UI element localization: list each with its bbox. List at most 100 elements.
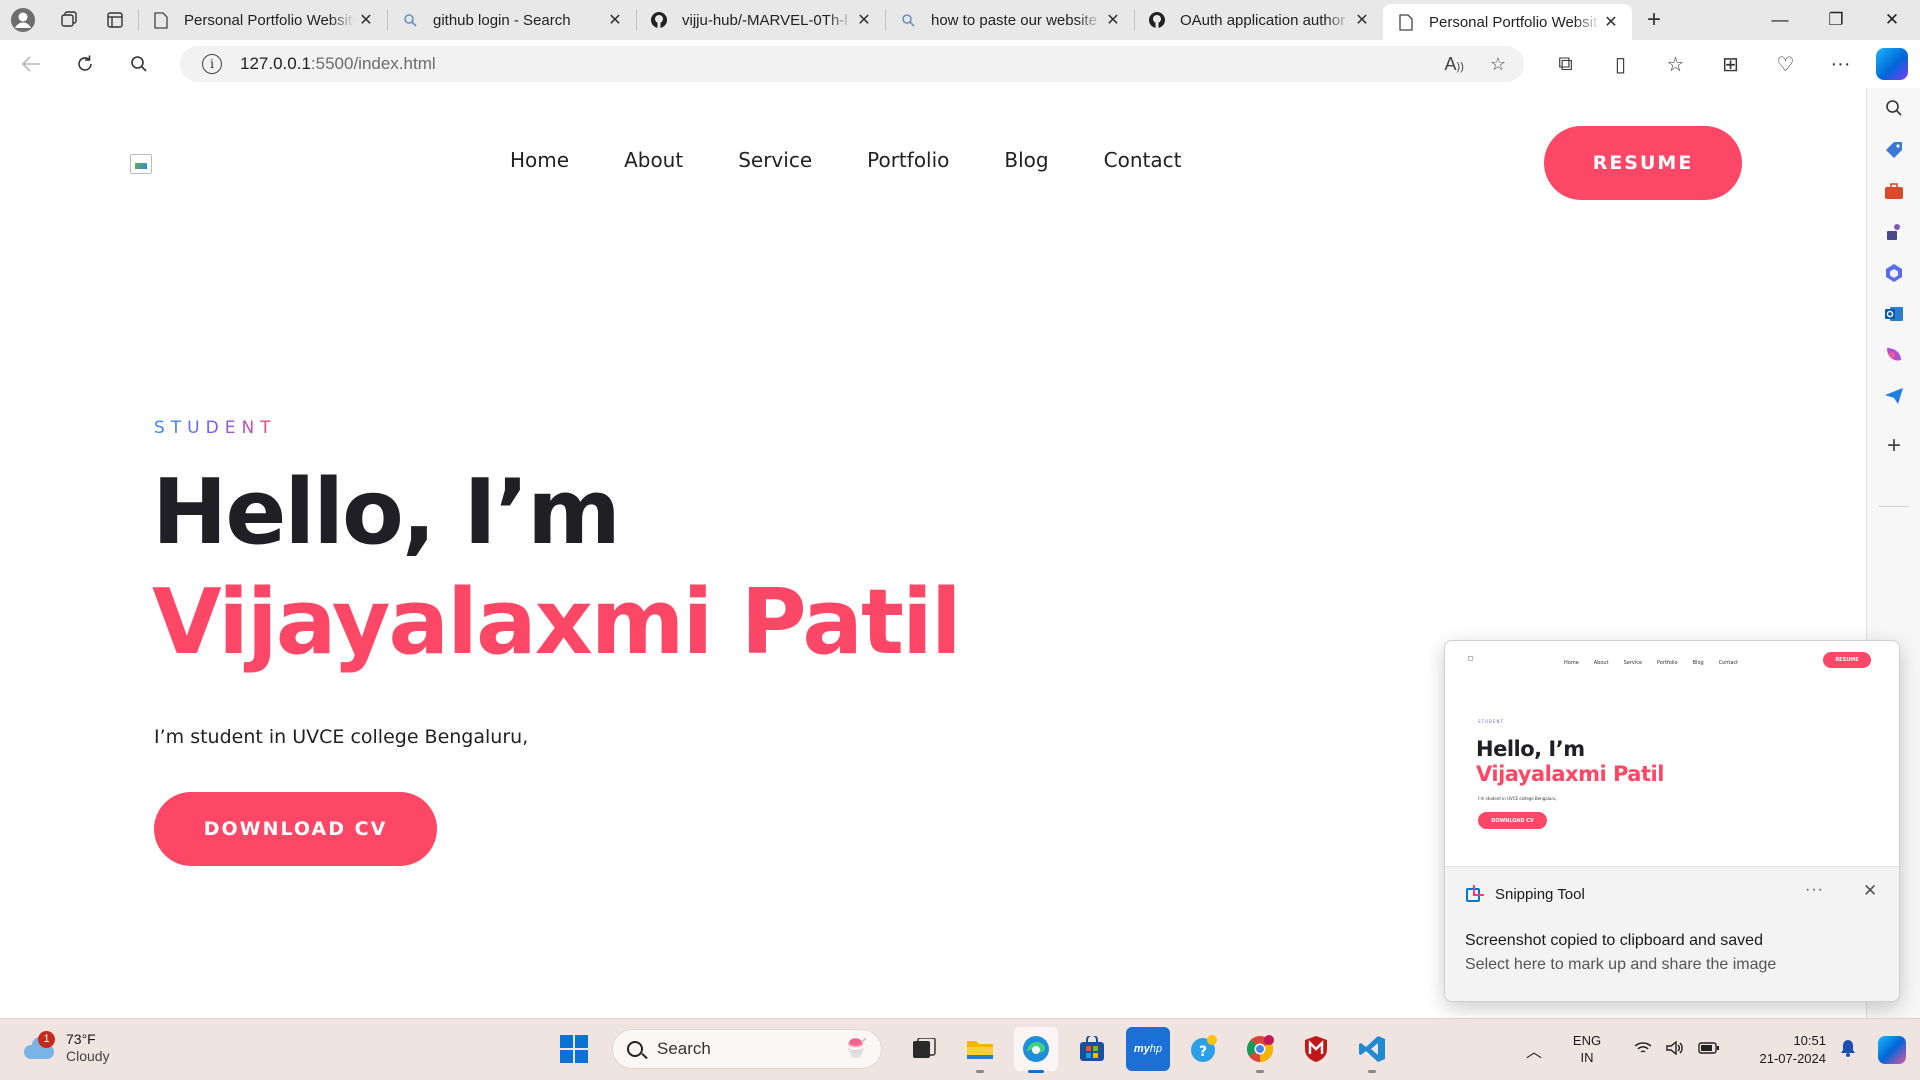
nav-home[interactable]: Home bbox=[510, 148, 569, 172]
resume-button[interactable]: RESUME bbox=[1544, 126, 1742, 200]
copilot-icon[interactable] bbox=[1876, 48, 1908, 80]
github-icon bbox=[1148, 11, 1166, 29]
shopping-tag-icon[interactable] bbox=[1880, 136, 1908, 164]
search-icon[interactable] bbox=[116, 44, 162, 84]
thumbnail-subtitle: STUDENT bbox=[1478, 719, 1504, 724]
browser-tab-active[interactable]: Personal Portfolio Websit ✕ bbox=[1383, 4, 1632, 40]
close-tab-icon[interactable]: ✕ bbox=[1102, 10, 1124, 30]
quick-settings[interactable] bbox=[1634, 1040, 1720, 1060]
thumbnail-nav-item: Service bbox=[1623, 660, 1643, 666]
refresh-icon[interactable] bbox=[62, 44, 108, 84]
extensions-icon[interactable]: ⧉ bbox=[1538, 53, 1593, 76]
thumbnail-greeting: Hello, I’m bbox=[1476, 737, 1585, 761]
browser-tab[interactable]: OAuth application author ✕ bbox=[1134, 0, 1383, 40]
weather-widget[interactable]: 1 73°F Cloudy bbox=[22, 1030, 110, 1065]
tab-title: Personal Portfolio Website bbox=[184, 11, 355, 29]
nav-service[interactable]: Service bbox=[738, 148, 812, 172]
tab-title: how to paste our website bbox=[931, 11, 1097, 29]
battery-icon bbox=[1698, 1041, 1720, 1060]
nav-portfolio[interactable]: Portfolio bbox=[867, 148, 949, 172]
favorites-icon[interactable]: ☆ bbox=[1648, 52, 1703, 77]
download-cv-button[interactable]: DOWNLOAD CV bbox=[154, 792, 437, 866]
restore-icon[interactable]: ❐ bbox=[1808, 0, 1864, 40]
thumbnail-nav-item: Home bbox=[1564, 660, 1579, 666]
games-icon[interactable] bbox=[1880, 218, 1908, 246]
show-hidden-icons-icon[interactable]: ︿ bbox=[1514, 1038, 1554, 1062]
notifications-bell-icon[interactable] bbox=[1840, 1039, 1866, 1062]
copilot-taskbar-icon[interactable] bbox=[1878, 1036, 1906, 1064]
store-icon[interactable] bbox=[1070, 1027, 1114, 1071]
send-icon[interactable] bbox=[1880, 382, 1908, 410]
window-controls: — ❐ ✕ bbox=[1752, 0, 1920, 40]
collections-icon[interactable]: ⊞ bbox=[1703, 52, 1758, 77]
add-sidebar-app-icon[interactable]: + bbox=[1880, 432, 1908, 460]
thumbnail-nav-item: Portfolio bbox=[1657, 660, 1678, 666]
workspaces-icon[interactable] bbox=[46, 0, 92, 40]
browser-essentials-icon[interactable]: ♡ bbox=[1758, 52, 1813, 77]
microsoft-365-icon[interactable] bbox=[1880, 259, 1908, 287]
tools-icon[interactable] bbox=[1880, 177, 1908, 205]
mcafee-icon[interactable] bbox=[1294, 1027, 1338, 1071]
browser-tab[interactable]: vijju-hub/-MARVEL-0Th-l ✕ bbox=[636, 0, 885, 40]
sidebar-search-icon[interactable] bbox=[1880, 94, 1908, 122]
nav-contact[interactable]: Contact bbox=[1104, 148, 1182, 172]
close-tab-icon[interactable]: ✕ bbox=[604, 10, 626, 30]
chrome-icon[interactable] bbox=[1238, 1027, 1282, 1073]
read-aloud-icon[interactable]: A)) bbox=[1445, 54, 1464, 75]
vscode-icon[interactable] bbox=[1350, 1027, 1394, 1073]
close-window-icon[interactable]: ✕ bbox=[1864, 0, 1920, 40]
browser-tab[interactable]: how to paste our website ✕ bbox=[885, 0, 1134, 40]
file-explorer-icon[interactable] bbox=[958, 1027, 1002, 1073]
minimize-icon[interactable]: — bbox=[1752, 0, 1808, 40]
close-tab-icon[interactable]: ✕ bbox=[355, 10, 377, 30]
profile-icon[interactable] bbox=[0, 0, 46, 40]
browser-tab[interactable]: Personal Portfolio Website ✕ bbox=[138, 0, 387, 40]
split-screen-icon[interactable]: ▯ bbox=[1593, 52, 1648, 77]
task-view-icon[interactable] bbox=[902, 1027, 946, 1071]
clock-time: 10:51 bbox=[1793, 1032, 1826, 1048]
back-icon[interactable] bbox=[8, 44, 54, 84]
start-icon[interactable] bbox=[552, 1027, 596, 1071]
close-tab-icon[interactable]: ✕ bbox=[1600, 12, 1622, 32]
nav-blog[interactable]: Blog bbox=[1004, 148, 1048, 172]
address-bar-row: i 127.0.0.1:5500/index.html A)) ☆ ⧉ ▯ ☆ … bbox=[0, 40, 1920, 88]
tips-icon[interactable]: ? bbox=[1182, 1027, 1226, 1071]
url-field[interactable]: i 127.0.0.1:5500/index.html A)) ☆ bbox=[180, 46, 1524, 82]
broken-logo-image[interactable] bbox=[130, 154, 152, 174]
edge-icon[interactable] bbox=[1014, 1027, 1058, 1073]
thumbnail-nav-item: Contact bbox=[1718, 660, 1739, 666]
notification-body: Select here to mark up and share the ima… bbox=[1465, 956, 1777, 973]
nav-about[interactable]: About bbox=[624, 148, 683, 172]
more-options-icon[interactable]: ··· bbox=[1813, 53, 1868, 76]
site-info-icon[interactable]: i bbox=[202, 54, 222, 74]
windows-taskbar: 1 73°F Cloudy Search 🍧 my hp ? ︿ ENG IN … bbox=[0, 1018, 1920, 1080]
cloud-icon: 1 bbox=[22, 1030, 56, 1061]
screenshot-thumbnail[interactable]: Home About Service Portfolio Blog Contac… bbox=[1445, 641, 1899, 867]
favorite-star-icon[interactable]: ☆ bbox=[1490, 54, 1506, 75]
designer-icon[interactable] bbox=[1880, 341, 1908, 369]
taskbar-search-input[interactable]: Search 🍧 bbox=[612, 1029, 882, 1069]
browser-tab[interactable]: github login - Search ✕ bbox=[387, 0, 636, 40]
tab-title: OAuth application author bbox=[1180, 11, 1346, 29]
outlook-icon[interactable] bbox=[1880, 300, 1908, 328]
thumbnail-name: Vijayalaxmi Patil bbox=[1476, 762, 1664, 786]
myhp-icon[interactable]: my hp bbox=[1126, 1027, 1170, 1071]
notification-more-icon[interactable]: ··· bbox=[1805, 881, 1824, 899]
new-tab-icon[interactable]: + bbox=[1632, 6, 1676, 34]
thumbnail-logo bbox=[1468, 656, 1473, 661]
thumbnail-nav-item: About bbox=[1593, 660, 1609, 666]
notification-close-icon[interactable]: ✕ bbox=[1863, 881, 1877, 901]
snipping-tool-notification[interactable]: Home About Service Portfolio Blog Contac… bbox=[1444, 640, 1900, 1002]
taskbar-search-placeholder: Search bbox=[657, 1039, 711, 1058]
tab-actions-icon[interactable] bbox=[92, 0, 138, 40]
close-tab-icon[interactable]: ✕ bbox=[853, 10, 875, 30]
language-indicator[interactable]: ENG IN bbox=[1554, 1033, 1620, 1067]
close-tab-icon[interactable]: ✕ bbox=[1351, 10, 1373, 30]
url-host: 127.0.0.1 bbox=[240, 54, 311, 73]
github-icon bbox=[650, 11, 668, 29]
clock[interactable]: 10:51 21-07-2024 bbox=[1734, 1032, 1827, 1068]
language-code: ENG bbox=[1572, 1033, 1602, 1049]
clock-date: 21-07-2024 bbox=[1759, 1051, 1827, 1066]
tab-title: github login - Search bbox=[433, 11, 571, 29]
hero-description: I’m student in UVCE college Bengaluru, bbox=[154, 726, 529, 748]
